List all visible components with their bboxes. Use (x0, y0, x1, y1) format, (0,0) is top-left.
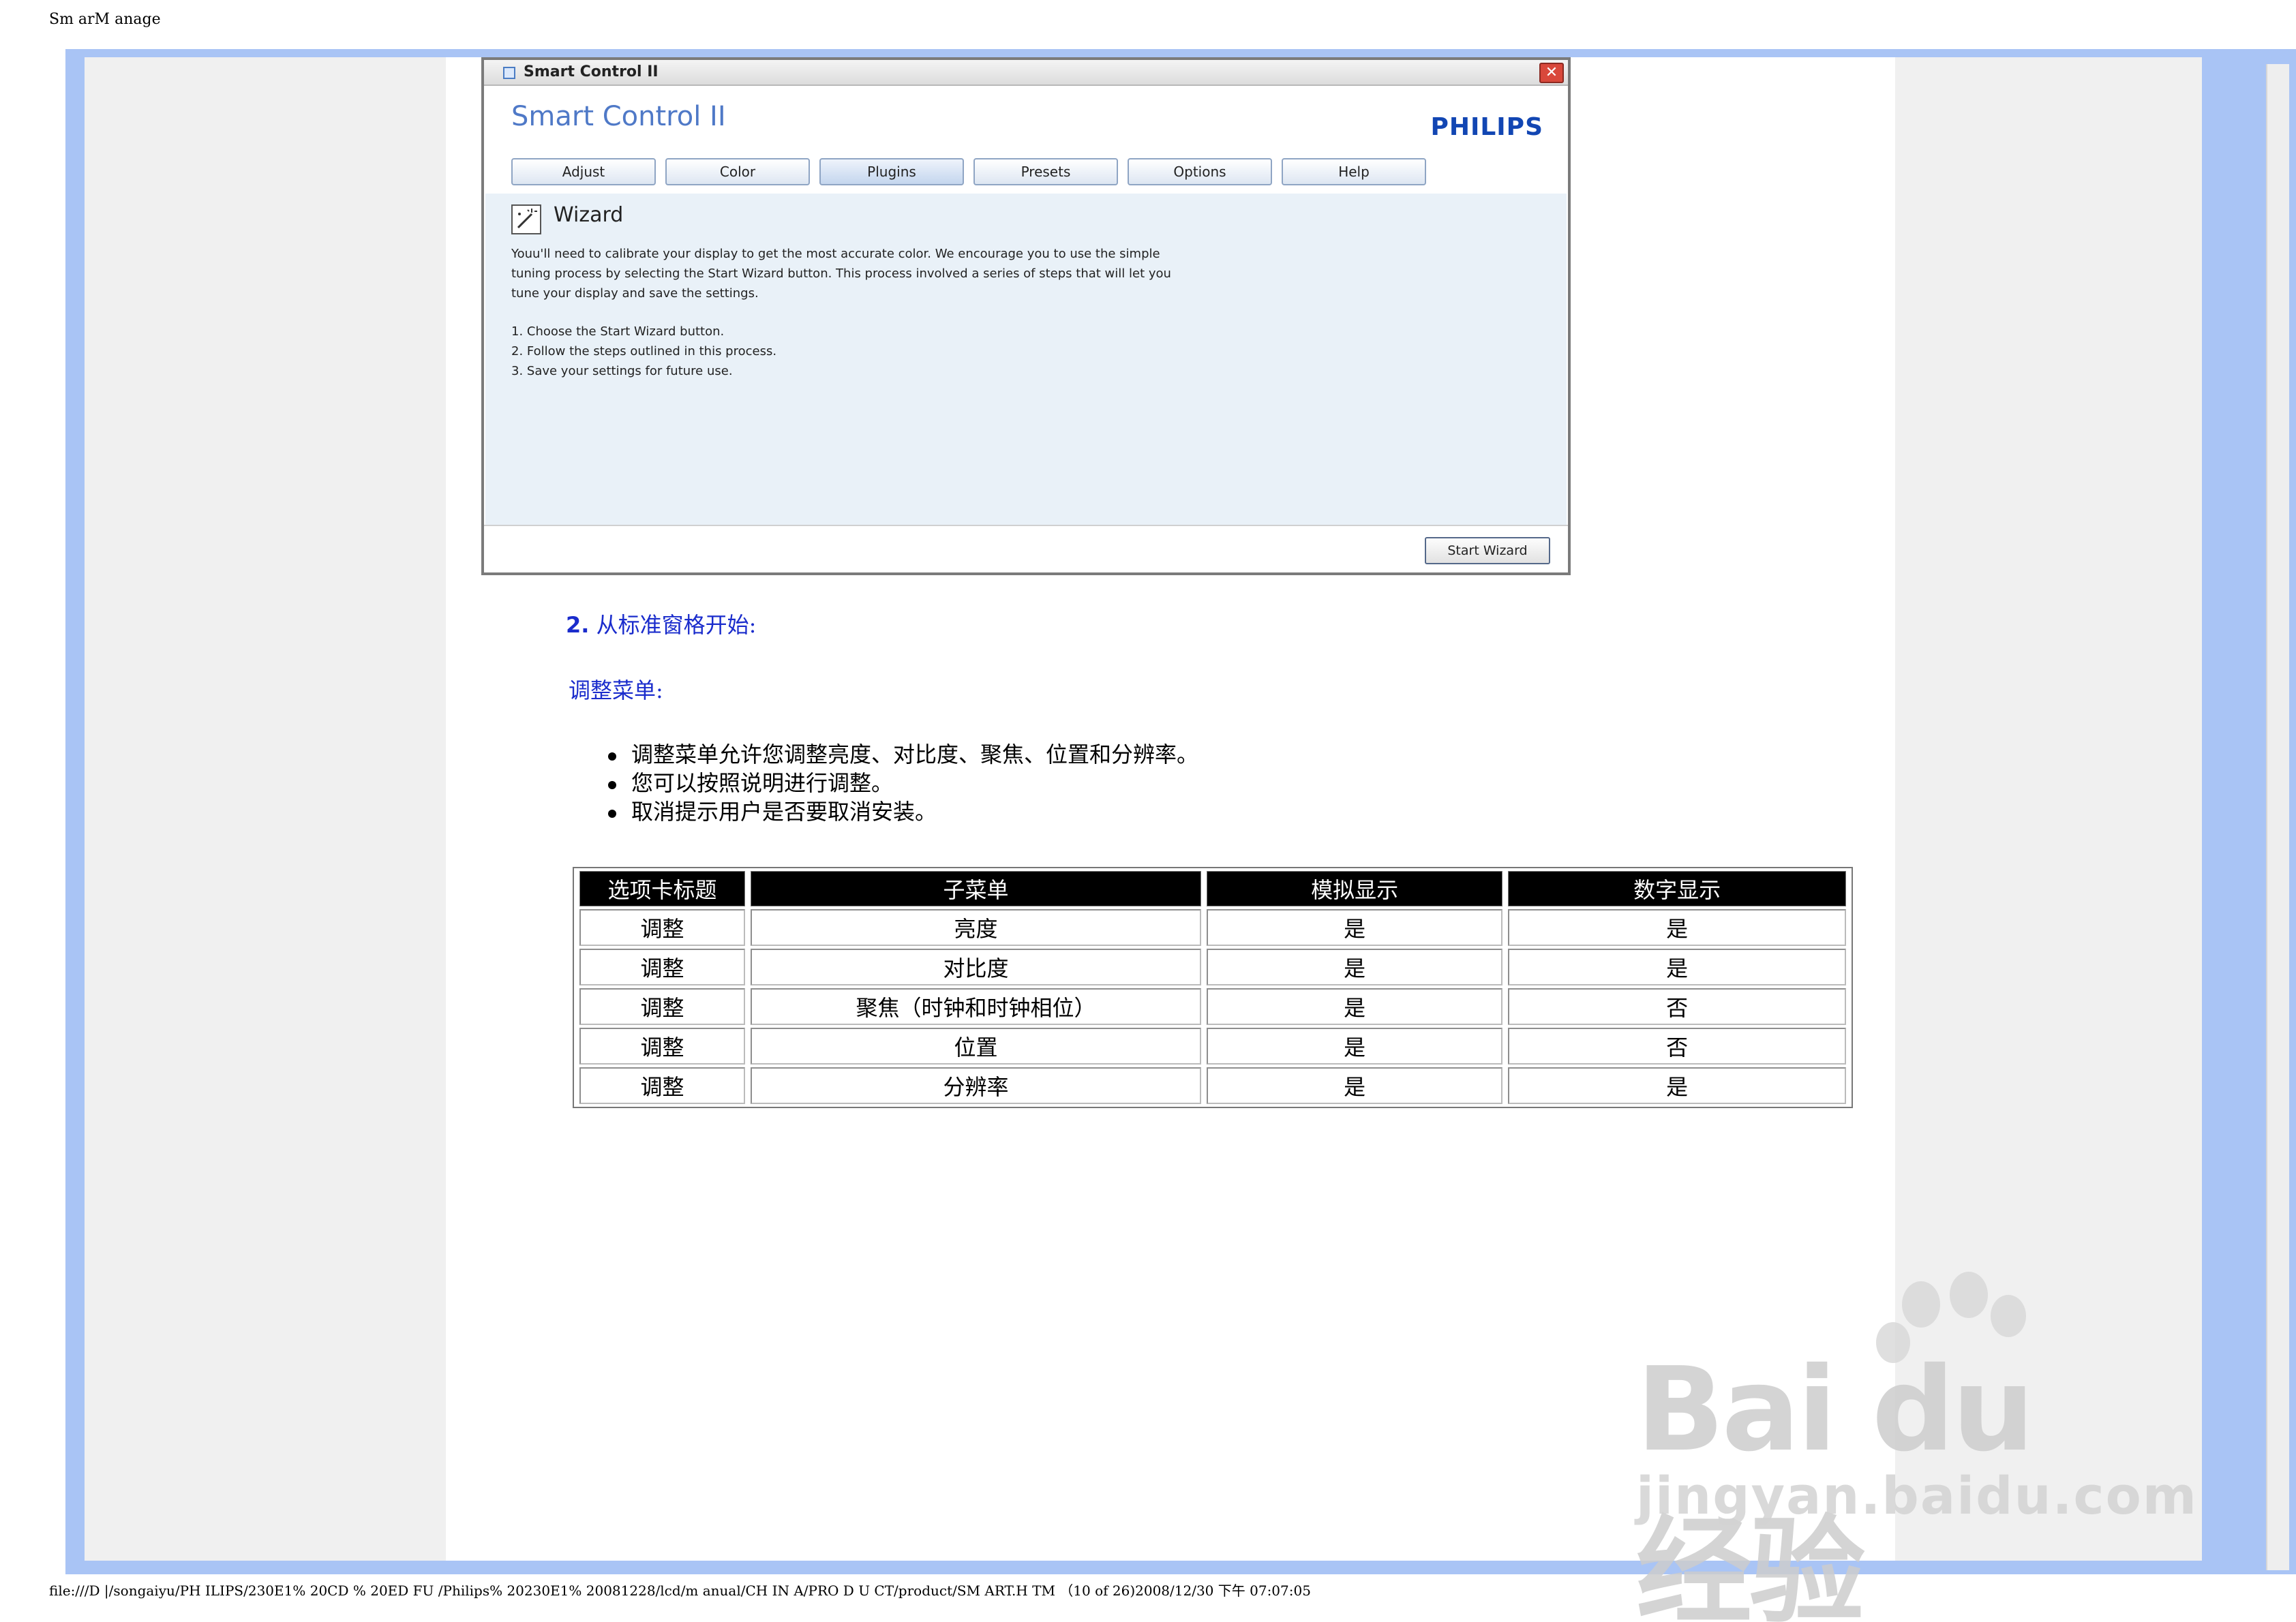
subheading: 调整菜单: (569, 677, 663, 703)
paw-icon (1991, 1295, 2026, 1337)
table-cell: 调整 (579, 1067, 745, 1104)
table-row: 调整 聚焦（时钟和时钟相位） 是 否 (579, 988, 1846, 1025)
table-row: 调整 位置 是 否 (579, 1028, 1846, 1065)
wizard-step: 1. Choose the Start Wizard button. (511, 324, 725, 339)
table-row: 调整 亮度 是 是 (579, 909, 1846, 946)
tab-plugins[interactable]: Plugins (819, 158, 964, 185)
section-title: 从标准窗格开始: (596, 612, 757, 638)
table-cell: 调整 (579, 988, 745, 1025)
window-titlebar: Smart Control II ✕ (484, 60, 1568, 86)
wizard-step: 2. Follow the steps outlined in this pro… (511, 344, 777, 358)
table-cell: 对比度 (751, 949, 1202, 985)
section-number: 2. (566, 612, 590, 638)
right-gutter (2266, 64, 2289, 1570)
wizard-step: 3. Save your settings for future use. (511, 364, 733, 378)
bullet-list: 调整菜单允许您调整亮度、对比度、聚焦、位置和分辨率。 您可以按照说明进行调整。 … (601, 740, 1198, 826)
table-cell: 位置 (751, 1028, 1202, 1065)
app-icon (503, 67, 515, 79)
table-cell: 亮度 (751, 909, 1202, 946)
close-icon[interactable]: ✕ (1539, 63, 1564, 83)
table-row: 调整 分辨率 是 是 (579, 1067, 1846, 1104)
paw-icon (1902, 1281, 1940, 1328)
wizard-wand-icon (511, 204, 541, 234)
wizard-steps: 1. Choose the Start Wizard button. 2. Fo… (511, 322, 776, 381)
start-wizard-button[interactable]: Start Wizard (1425, 537, 1550, 564)
philips-logo: PHILIPS (1430, 113, 1543, 141)
window-footer: Start Wizard (484, 525, 1568, 572)
table-cell: 是 (1207, 949, 1503, 985)
smart-control-window: Smart Control II ✕ Smart Control II PHIL… (481, 57, 1571, 575)
table-cell: 调整 (579, 909, 745, 946)
table-cell: 是 (1207, 909, 1503, 946)
watermark-url: jingyan.baidu.com (1636, 1465, 2198, 1526)
table-cell: 否 (1508, 988, 1846, 1025)
paw-icon (1950, 1272, 1988, 1318)
section-heading: 2. 从标准窗格开始: (566, 608, 756, 639)
wizard-description: Youu'll need to calibrate your display t… (511, 247, 1171, 301)
tab-adjust[interactable]: Adjust (511, 158, 656, 185)
baidu-watermark: Bai du 经验 jingyan.baidu.com (1609, 1268, 2196, 1622)
table-cell: 是 (1508, 949, 1846, 985)
table-cell: 分辨率 (751, 1067, 1202, 1104)
column-header: 选项卡标题 (579, 871, 745, 906)
table-cell: 是 (1508, 909, 1846, 946)
list-item: 调整菜单允许您调整亮度、对比度、聚焦、位置和分辨率。 (601, 740, 1198, 769)
wizard-panel: Wizard Youu'll need to calibrate your di… (485, 194, 1567, 525)
adjust-menu-table: 选项卡标题 子菜单 模拟显示 数字显示 调整 亮度 是 是 调整 对比度 是 是… (573, 867, 1853, 1108)
wizard-title: Wizard (554, 203, 624, 227)
table-cell: 是 (1207, 1067, 1503, 1104)
footer-file-path: file:///D |/songaiyu/PH ILIPS/230E1% 20C… (49, 1582, 1311, 1599)
table-cell: 是 (1508, 1067, 1846, 1104)
page-header-title: Sm arM anage (49, 11, 161, 28)
table-cell: 聚焦（时钟和时钟相位） (751, 988, 1202, 1025)
table-cell: 否 (1508, 1028, 1846, 1065)
list-item: 取消提示用户是否要取消安装。 (601, 797, 1198, 826)
tab-color[interactable]: Color (665, 158, 810, 185)
tab-options[interactable]: Options (1128, 158, 1272, 185)
column-header: 模拟显示 (1207, 871, 1503, 906)
table-cell: 调整 (579, 949, 745, 985)
table-cell: 是 (1207, 1028, 1503, 1065)
table-cell: 调整 (579, 1028, 745, 1065)
window-title: Smart Control II (524, 63, 659, 80)
table-row: 调整 对比度 是 是 (579, 949, 1846, 985)
table-cell: 是 (1207, 988, 1503, 1025)
tab-presets[interactable]: Presets (973, 158, 1118, 185)
column-header: 数字显示 (1508, 871, 1846, 906)
column-header: 子菜单 (751, 871, 1202, 906)
list-item: 您可以按照说明进行调整。 (601, 769, 1198, 797)
tab-help[interactable]: Help (1282, 158, 1426, 185)
table-header-row: 选项卡标题 子菜单 模拟显示 数字显示 (579, 871, 1846, 906)
app-brand-title: Smart Control II (511, 101, 726, 132)
